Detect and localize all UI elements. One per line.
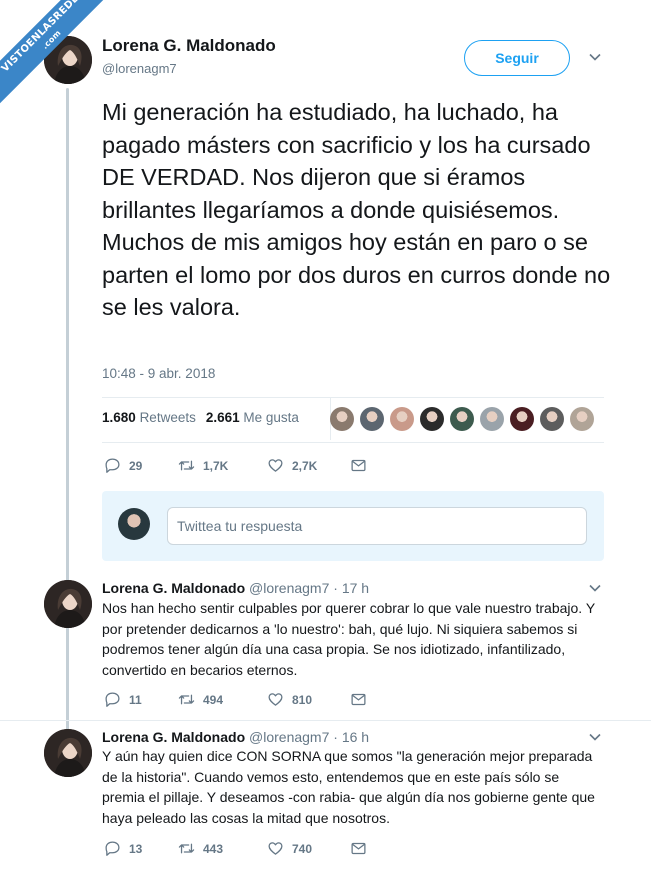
follow-button[interactable]: Seguir bbox=[464, 40, 570, 76]
envelope-icon bbox=[351, 693, 366, 706]
heart-icon bbox=[268, 693, 283, 706]
reply-header: Lorena G. Maldonado @lorenagm7 · 16 h bbox=[102, 729, 369, 745]
retweets-label: Retweets bbox=[139, 410, 196, 425]
liker-avatar[interactable] bbox=[480, 407, 504, 431]
chevron-down-icon[interactable] bbox=[588, 50, 602, 67]
viewer-avatar bbox=[118, 508, 150, 540]
reply-author-name[interactable]: Lorena G. Maldonado bbox=[102, 580, 245, 596]
reply-action[interactable]: 13 bbox=[104, 840, 178, 857]
reply-action[interactable]: 11 bbox=[104, 691, 178, 708]
retweet-action[interactable]: 494 bbox=[178, 691, 267, 708]
liker-avatar[interactable] bbox=[390, 407, 414, 431]
reply-author-avatar[interactable] bbox=[44, 729, 92, 777]
author-handle[interactable]: @lorenagm7 bbox=[102, 61, 276, 76]
reply-icon bbox=[105, 841, 120, 856]
reply-icon bbox=[105, 692, 120, 707]
reply-text: Y aún hay quien dice CON SORNA que somos… bbox=[102, 748, 595, 826]
reply-actions: 13 443 740 bbox=[104, 840, 367, 857]
likes-stat[interactable]: 2.661 Me gusta bbox=[206, 410, 299, 425]
retweet-count: 443 bbox=[203, 841, 224, 856]
liker-avatar[interactable] bbox=[360, 407, 384, 431]
chevron-down-icon[interactable] bbox=[588, 730, 602, 747]
like-action[interactable]: 2,7K bbox=[267, 457, 350, 474]
reply-input[interactable]: Twittea tu respuesta bbox=[167, 507, 587, 545]
avatar-portrait-icon bbox=[44, 580, 92, 628]
retweet-count: 494 bbox=[203, 692, 224, 707]
retweet-count: 1,7K bbox=[203, 458, 229, 473]
retweet-icon bbox=[178, 694, 195, 705]
envelope-icon bbox=[351, 459, 366, 472]
divider bbox=[0, 720, 651, 721]
reply-meta[interactable]: @lorenagm7 · 16 h bbox=[249, 729, 369, 745]
liker-avatar[interactable] bbox=[540, 407, 564, 431]
reply-author-avatar[interactable] bbox=[44, 580, 92, 628]
main-tweet-header: Lorena G. Maldonado @lorenagm7 bbox=[102, 36, 276, 76]
reply-icon bbox=[105, 458, 120, 473]
direct-message-action[interactable] bbox=[350, 691, 367, 708]
tweet-timestamp[interactable]: 10:48 - 9 abr. 2018 bbox=[102, 366, 215, 381]
chevron-down-icon[interactable] bbox=[588, 581, 602, 598]
liker-avatar[interactable] bbox=[510, 407, 534, 431]
likes-label: Me gusta bbox=[243, 410, 299, 425]
direct-message-action[interactable] bbox=[350, 840, 367, 857]
tweet-stats: 1.680 Retweets 2.661 Me gusta bbox=[102, 410, 299, 425]
heart-icon bbox=[268, 459, 283, 472]
liker-avatar[interactable] bbox=[570, 407, 594, 431]
reply-count: 11 bbox=[129, 692, 142, 707]
main-tweet-actions: 29 1,7K 2,7K bbox=[104, 457, 367, 474]
like-action[interactable]: 740 bbox=[267, 840, 350, 857]
retweet-icon bbox=[178, 843, 195, 854]
reply-count: 29 bbox=[129, 458, 143, 473]
retweet-action[interactable]: 443 bbox=[178, 840, 267, 857]
like-count: 2,7K bbox=[292, 458, 318, 473]
liker-avatar[interactable] bbox=[420, 407, 444, 431]
direct-message-action[interactable] bbox=[350, 457, 367, 474]
retweets-count: 1.680 bbox=[102, 410, 136, 425]
liker-avatar[interactable] bbox=[330, 407, 354, 431]
likes-count: 2.661 bbox=[205, 410, 240, 425]
reply-meta[interactable]: @lorenagm7 · 17 h bbox=[249, 580, 369, 596]
heart-icon bbox=[268, 842, 283, 855]
divider bbox=[102, 397, 604, 398]
reply-actions: 11 494 810 bbox=[104, 691, 367, 708]
liker-avatar[interactable] bbox=[450, 407, 474, 431]
author-name[interactable]: Lorena G. Maldonado bbox=[102, 36, 276, 56]
retweets-stat[interactable]: 1.680 Retweets bbox=[102, 410, 196, 425]
main-tweet-text: Mi generación ha estudiado, ha luchado, … bbox=[102, 99, 611, 320]
reply-header: Lorena G. Maldonado @lorenagm7 · 17 h bbox=[102, 580, 369, 596]
divider bbox=[102, 442, 604, 443]
avatar-portrait-icon bbox=[44, 729, 92, 777]
retweet-icon bbox=[178, 460, 195, 471]
envelope-icon bbox=[351, 842, 366, 855]
reply-composer: Twittea tu respuesta bbox=[102, 491, 604, 561]
thread-connector bbox=[66, 88, 69, 733]
reply-author-name[interactable]: Lorena G. Maldonado bbox=[102, 729, 245, 745]
reply-count: 13 bbox=[129, 841, 143, 856]
like-action[interactable]: 810 bbox=[267, 691, 350, 708]
like-count: 810 bbox=[292, 692, 313, 707]
watermark-line1: VISTOENLASREDES bbox=[0, 0, 87, 75]
reply-text: Nos han hecho sentir culpables por quere… bbox=[102, 600, 595, 678]
liker-avatars bbox=[330, 407, 594, 431]
like-count: 740 bbox=[292, 841, 313, 856]
reply-action[interactable]: 29 bbox=[104, 457, 178, 474]
retweet-action[interactable]: 1,7K bbox=[178, 457, 267, 474]
